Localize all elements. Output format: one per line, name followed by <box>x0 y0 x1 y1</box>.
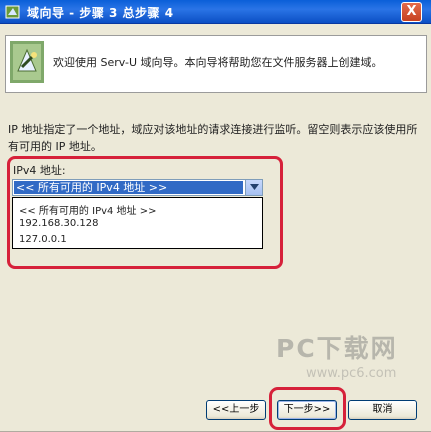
wizard-app-icon <box>5 4 21 20</box>
wizard-icon <box>10 41 44 83</box>
wizard-header: 欢迎使用 Serv-U 域向导。本向导将帮助您在文件服务器上创建域。 <box>5 35 427 93</box>
watermark-url: www.pc6.com <box>306 366 397 381</box>
title-bar: 域向导 - 步骤 3 总步骤 4 X <box>0 0 431 24</box>
cancel-button[interactable]: 取消 <box>348 400 417 420</box>
close-button[interactable]: X <box>401 2 422 22</box>
welcome-text: 欢迎使用 Serv-U 域向导。本向导将帮助您在文件服务器上创建域。 <box>53 56 383 69</box>
window-title: 域向导 - 步骤 3 总步骤 4 <box>27 6 174 20</box>
back-button[interactable]: <<上一步 <box>206 400 266 420</box>
highlight-frame-ip <box>7 156 283 269</box>
watermark-text: PC下载网 <box>276 334 398 363</box>
ip-description: IP 地址指定了一个地址，域应对该地址的请求连接进行监听。留空则表示应该使用所有… <box>8 123 418 153</box>
next-button[interactable]: 下一步>> <box>277 400 337 420</box>
